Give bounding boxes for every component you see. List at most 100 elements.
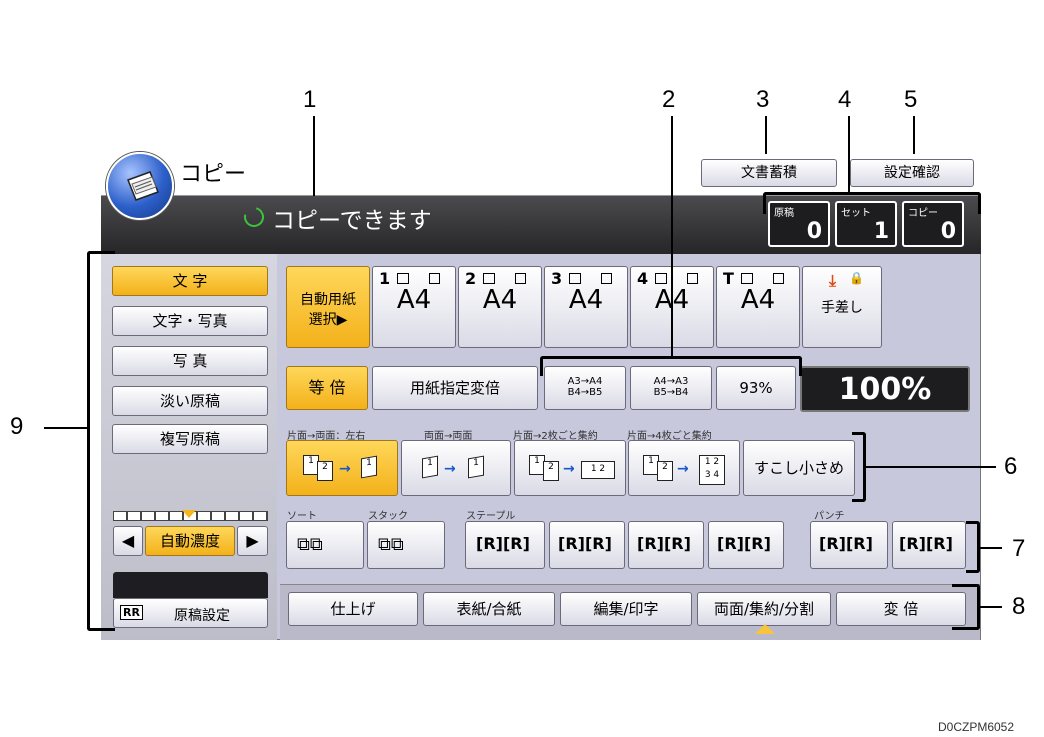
auto-paper-select-button[interactable]: 自動用紙 選択▶	[286, 266, 370, 348]
staple-label: ステープル	[466, 511, 516, 522]
tab-finishing[interactable]: 仕上げ	[288, 592, 418, 626]
paper-stack-icon	[569, 273, 581, 284]
tab-selected-indicator-icon	[755, 624, 775, 634]
original-type-photo[interactable]: 写 真	[112, 346, 268, 376]
callout-8-bracket	[952, 584, 980, 630]
bypass-tray-button[interactable]: ⤓ 🔒 手差し	[802, 266, 882, 348]
punch-top-button[interactable]: [R][R]	[892, 521, 966, 569]
staple-top-icon: [R][R]	[717, 534, 771, 553]
punch-left-icon: [R][R]	[819, 534, 873, 553]
bypass-label: 手差し	[821, 300, 863, 316]
original-settings-label: 原稿設定	[174, 608, 230, 624]
punch-label: パンチ	[814, 511, 845, 522]
full-size-button[interactable]: 等 倍	[286, 366, 368, 410]
stack-button[interactable]: ⧉⧉	[367, 521, 445, 569]
ratio-display: 100%	[800, 366, 970, 412]
original-page-icon: 2	[657, 461, 673, 481]
staple-left-double-button[interactable]: [R][R]	[628, 521, 704, 569]
counter-value: 1	[873, 219, 889, 244]
auto-paper-label-2: 選択▶	[308, 312, 348, 328]
paper-stack-icon	[741, 273, 753, 284]
original-type-text[interactable]: 文 字	[112, 266, 268, 296]
callout-6: 6	[1004, 453, 1018, 480]
paper-orientation-icon	[429, 273, 440, 284]
callout-6-line	[866, 466, 996, 468]
stack-icon: ⧉⧉	[378, 534, 404, 555]
original-type-text-photo[interactable]: 文字・写真	[112, 306, 268, 336]
preset-line-1: A4→A3	[653, 376, 689, 387]
callout-7-bracket	[966, 521, 980, 573]
original-type-light[interactable]: 淡い原稿	[112, 386, 268, 416]
callout-3: 3	[756, 86, 770, 113]
callout-7: 7	[1012, 535, 1026, 562]
callout-9-bracket	[87, 251, 115, 631]
duplex-copy-icon: 1	[361, 455, 377, 479]
tray-paper-size: A4	[482, 285, 518, 315]
paper-orientation-icon	[601, 273, 612, 284]
arrow-icon: →	[339, 461, 351, 477]
density-darker-button[interactable]: ▶	[237, 526, 268, 556]
tray-paper-size: A4	[740, 285, 776, 315]
preset-line-1: A3→A4	[567, 376, 603, 387]
status-text: コピーできます	[272, 208, 432, 234]
arrow-icon: →	[677, 461, 689, 477]
app-title: コピー	[180, 162, 247, 187]
staple-top-left-button[interactable]: [R][R]	[465, 521, 545, 569]
specify-paper-ratio-button[interactable]: 用紙指定変倍	[372, 366, 538, 410]
tab-reduce-enlarge[interactable]: 変 倍	[836, 592, 966, 626]
combined-2-page-icon: 1 2	[581, 461, 615, 479]
callout-1: 1	[303, 86, 317, 113]
callout-3-line	[765, 116, 767, 154]
combine-4-button[interactable]: 1 2 → 1 23 4	[628, 440, 740, 496]
callout-6-bracket	[852, 432, 866, 502]
tab-cover-slip[interactable]: 表紙/合紙	[423, 592, 555, 626]
callout-5: 5	[904, 86, 918, 113]
combined-4-page-icon: 1 23 4	[699, 455, 725, 485]
punch-left-button[interactable]: [R][R]	[810, 521, 888, 569]
preset-line-2: B4→B5	[567, 387, 603, 398]
counter-value: 0	[940, 219, 956, 244]
ratio-value: 100%	[838, 372, 932, 407]
callout-8: 8	[1012, 593, 1026, 620]
paper-tray-3-button[interactable]: 3 A4	[544, 266, 628, 348]
document-storage-button[interactable]: 文書蓄積	[701, 159, 837, 187]
staple-top-double-button[interactable]: [R][R]	[708, 521, 784, 569]
callout-4-bracket	[763, 192, 981, 214]
density-indicator-icon	[182, 510, 196, 518]
callout-9-line	[44, 427, 87, 429]
density-lighter-button[interactable]: ◀	[113, 526, 143, 556]
copy-app-icon[interactable]	[106, 152, 174, 220]
paper-tray-2-button[interactable]: 2 A4	[458, 266, 542, 348]
arrow-icon: →	[444, 461, 456, 477]
original-type-copied[interactable]: 複写原稿	[112, 424, 268, 454]
sort-label: ソート	[287, 511, 317, 522]
auto-paper-label-1: 自動用紙	[300, 292, 356, 308]
sort-button[interactable]: ⧉⧉	[286, 521, 364, 569]
lock-icon: 🔒	[849, 271, 864, 285]
paper-tray-t-button[interactable]: T A4	[716, 266, 800, 348]
one-to-two-sided-button[interactable]: 1 2 → 1	[286, 440, 398, 496]
callout-1-line	[313, 116, 315, 196]
combine-2-button[interactable]: 1 2 → 1 2	[514, 440, 626, 496]
two-to-two-sided-button[interactable]: 1 → 1	[401, 440, 511, 496]
arrow-icon: →	[563, 461, 575, 477]
paper-orientation-icon	[773, 273, 784, 284]
duplex-original-icon: 1	[422, 455, 438, 479]
auto-density-button[interactable]: 自動濃度	[145, 526, 235, 556]
paper-tray-1-button[interactable]: 1 A4	[372, 266, 456, 348]
tray-paper-size: A4	[396, 285, 432, 315]
tab-edit-stamp[interactable]: 編集/印字	[560, 592, 692, 626]
duplex-copy-icon: 1	[468, 455, 484, 479]
stack-label: スタック	[368, 511, 408, 522]
staple-left-two-button[interactable]: [R][R]	[549, 521, 625, 569]
original-page-icon: 2	[543, 461, 559, 481]
tab-dup-combine-series[interactable]: 両面/集約/分割	[697, 592, 831, 626]
document-stack-icon	[127, 171, 159, 201]
punch-top-icon: [R][R]	[899, 534, 953, 553]
original-settings-button[interactable]: RR 原稿設定	[113, 598, 268, 628]
callout-2-bracket	[540, 356, 802, 376]
paper-stack-icon	[655, 273, 667, 284]
settings-check-button[interactable]: 設定確認	[850, 159, 974, 187]
slightly-smaller-button[interactable]: すこし小さめ	[743, 440, 855, 496]
callout-9: 9	[10, 413, 24, 440]
